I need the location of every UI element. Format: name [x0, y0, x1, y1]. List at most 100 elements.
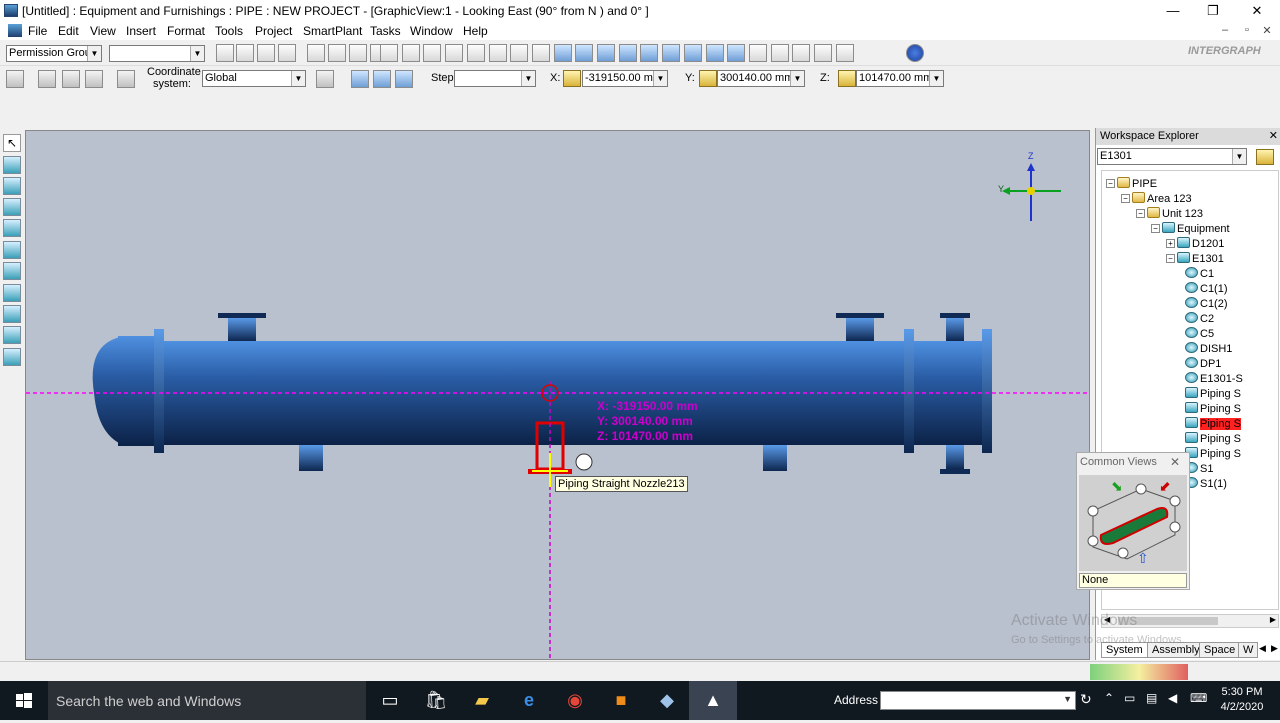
menu-smartplant[interactable]: SmartPlant [303, 24, 362, 38]
zoom-icon[interactable] [748, 44, 767, 62]
place-view-icon[interactable] [3, 348, 21, 366]
clip-icon[interactable] [662, 44, 681, 62]
menu-format[interactable]: Format [167, 24, 205, 38]
place-design-equipment-icon[interactable] [3, 177, 21, 195]
tab-space[interactable]: Space [1199, 642, 1241, 658]
inspect-icon[interactable] [510, 44, 529, 62]
erase-icon[interactable] [531, 44, 550, 62]
lock-z-icon[interactable] [838, 70, 856, 87]
named-view-icon[interactable] [683, 44, 702, 62]
coordinate-system-select[interactable]: Global ▼ [202, 70, 306, 87]
tab-scroll-right-icon[interactable]: ▶ [1271, 643, 1278, 654]
tree-item[interactable]: Piping S [1181, 432, 1241, 447]
mdi-restore-button[interactable]: ▫ [1238, 24, 1256, 36]
menu-tasks[interactable]: Tasks [370, 24, 401, 38]
tree-item[interactable]: Piping S [1181, 417, 1241, 432]
place-foundation-icon[interactable] [3, 284, 21, 302]
tab-scroll-left-icon[interactable]: ◀ [1259, 643, 1266, 654]
step-select[interactable]: ▼ [454, 70, 536, 87]
refresh-icon[interactable]: ↻ [1080, 691, 1092, 708]
measure-icon[interactable] [488, 44, 507, 62]
new-icon[interactable] [216, 44, 234, 62]
expand-icon[interactable]: + [1166, 239, 1175, 248]
tree-item[interactable]: Piping S [1181, 387, 1241, 402]
view-front-icon[interactable] [575, 44, 594, 62]
tree-item[interactable]: − PIPE [1106, 177, 1157, 192]
close-icon[interactable]: ✕ [1269, 128, 1278, 145]
tree-item[interactable]: C1 [1181, 267, 1214, 282]
scroll-right-icon[interactable]: ▶ [1270, 615, 1276, 624]
workspace-filter-select[interactable]: E1301 ▼ [1097, 148, 1247, 165]
tab-w[interactable]: W [1238, 642, 1259, 658]
menu-edit[interactable]: Edit [58, 24, 79, 38]
lock-y-icon[interactable] [699, 70, 717, 87]
tree-item[interactable]: − Unit 123 [1136, 207, 1203, 222]
zoom-area-icon[interactable] [770, 44, 789, 62]
place-shape-icon[interactable] [3, 198, 21, 216]
place-component-icon[interactable] [3, 262, 21, 280]
plane-xy-icon[interactable] [373, 70, 391, 88]
place-port-icon[interactable] [3, 241, 21, 259]
place-nozzle-icon[interactable] [3, 219, 21, 237]
tree-item[interactable]: − Equipment [1151, 222, 1230, 237]
clock[interactable]: 5:30 PM 4/2/2020 [1214, 685, 1270, 715]
tree-item[interactable]: DP1 [1181, 357, 1221, 372]
menu-help[interactable]: Help [463, 24, 488, 38]
menu-window[interactable]: Window [410, 24, 453, 38]
view-side-icon[interactable] [618, 44, 637, 62]
x-coordinate-field[interactable]: -319150.00 mm ▼ [582, 70, 668, 87]
view-top-icon[interactable] [597, 44, 615, 62]
tree-item[interactable]: + D1201 [1166, 237, 1224, 252]
common-views-close-icon[interactable]: ✕ [1170, 455, 1180, 469]
menu-file[interactable]: File [28, 24, 47, 38]
save-icon[interactable] [257, 44, 275, 62]
active-app-icon[interactable]: ▲ [689, 681, 737, 720]
lock-x-icon[interactable] [563, 70, 581, 87]
view-iso-icon[interactable] [553, 44, 572, 62]
tray-volume-icon[interactable]: ◀ [1168, 691, 1177, 705]
axis-icon[interactable] [316, 70, 334, 88]
move-icon[interactable] [380, 44, 398, 62]
tree-item[interactable]: E1301-S [1181, 372, 1243, 387]
undo-icon[interactable] [423, 44, 442, 62]
select-icon[interactable] [62, 70, 80, 88]
tree-item[interactable]: C5 [1181, 327, 1214, 342]
tray-keyboard-icon[interactable]: ⌨ [1190, 691, 1207, 705]
paste-icon[interactable] [349, 44, 367, 62]
address-input[interactable]: ▼ [880, 691, 1076, 710]
fit-icon[interactable] [792, 44, 811, 62]
tree-item[interactable]: Piping S [1181, 402, 1241, 417]
tree-item[interactable]: C1(2) [1181, 297, 1228, 312]
place-system-icon[interactable] [3, 305, 21, 323]
check-data-icon[interactable] [466, 44, 485, 62]
mdi-minimize-button[interactable]: – [1216, 24, 1234, 36]
smart3d-app-icon[interactable]: ◆ [643, 681, 691, 720]
dropdown-icon[interactable] [727, 44, 746, 62]
layout-icon[interactable] [705, 44, 724, 62]
search-box[interactable]: Search the web and Windows [48, 681, 366, 720]
collapse-icon[interactable]: − [1166, 254, 1175, 263]
view-cube-icon[interactable] [640, 44, 659, 62]
edge-icon[interactable]: e [505, 681, 553, 720]
print-icon[interactable] [278, 44, 296, 62]
z-coordinate-field[interactable]: 101470.00 mm ▼ [856, 70, 944, 87]
restore-button[interactable]: ❐ [1190, 0, 1236, 22]
copy-icon[interactable] [328, 44, 346, 62]
pan-icon[interactable] [814, 44, 832, 62]
tray-chevron-icon[interactable]: ⌃ [1104, 691, 1114, 705]
mdi-close-button[interactable]: ✕ [1258, 24, 1276, 37]
menu-project[interactable]: Project [255, 24, 292, 38]
tree-item[interactable]: DISH1 [1181, 342, 1232, 357]
tree-item[interactable]: − Area 123 [1121, 192, 1192, 207]
collapse-icon[interactable]: − [1121, 194, 1130, 203]
properties-icon[interactable] [117, 70, 135, 88]
menu-tools[interactable]: Tools [215, 24, 243, 38]
select-arrow-icon[interactable]: ↖ [3, 134, 21, 152]
place-insulation-icon[interactable] [3, 326, 21, 344]
y-coordinate-field[interactable]: 300140.00 mm ▼ [717, 70, 805, 87]
menu-insert[interactable]: Insert [126, 24, 156, 38]
graphic-view[interactable]: X: -319150.00 mm Y: 300140.00 mm Z: 1014… [25, 130, 1090, 660]
collapse-icon[interactable]: − [1106, 179, 1115, 188]
collapse-icon[interactable]: − [1151, 224, 1160, 233]
folder-browse-icon[interactable] [1256, 149, 1274, 165]
